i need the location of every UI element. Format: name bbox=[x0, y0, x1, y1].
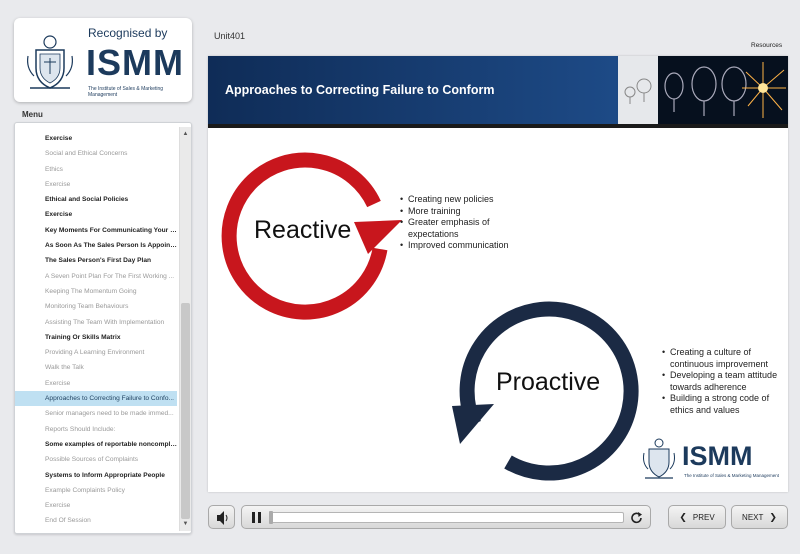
speaker-icon bbox=[217, 511, 228, 525]
slide-header: Approaches to Correcting Failure to Conf… bbox=[208, 56, 788, 128]
crest-icon bbox=[643, 438, 675, 479]
prev-button[interactable]: ❮ PREV bbox=[668, 505, 726, 529]
menu-item[interactable]: As Soon As The Sales Person Is Appointed bbox=[15, 238, 177, 253]
chevron-right-icon: ❯ bbox=[769, 511, 777, 522]
menu-item[interactable]: Training Or Skills Matrix bbox=[15, 330, 177, 345]
menu-panel: Exercise Social and Ethical Concerns Ethic… bbox=[14, 122, 192, 534]
menu-item[interactable]: Ethical and Social Policies bbox=[15, 192, 177, 207]
menu-item[interactable]: Exercise bbox=[15, 177, 177, 192]
menu-scrollbar[interactable]: ▲ ▼ bbox=[179, 127, 191, 531]
scroll-thumb[interactable] bbox=[181, 303, 190, 519]
menu-item[interactable]: Exercise bbox=[15, 376, 177, 391]
scroll-up-icon[interactable]: ▲ bbox=[180, 129, 191, 139]
proactive-bullet: Creating a culture of continuous improve… bbox=[662, 347, 786, 370]
menu-item[interactable]: Walk the Talk bbox=[15, 360, 177, 375]
crest-icon bbox=[27, 35, 73, 89]
next-button[interactable]: NEXT ❯ bbox=[731, 505, 788, 529]
menu-item[interactable]: Exercise bbox=[15, 207, 177, 222]
menu-item[interactable]: Possible Sources of Complaints bbox=[15, 452, 177, 467]
prev-label: PREV bbox=[692, 512, 715, 522]
reactive-bullet: More training bbox=[400, 206, 510, 218]
menu-item-active[interactable]: Approaches to Correcting Failure to Conf… bbox=[15, 391, 177, 407]
menu-item[interactable]: Exercise bbox=[15, 498, 177, 513]
menu-list: Exercise Social and Ethical Concerns Ethic… bbox=[15, 131, 177, 529]
menu-item[interactable]: Assisting The Team With Implementation bbox=[15, 315, 177, 330]
slide-brand-tagline: The Institute of Sales & Marketing Manag… bbox=[684, 473, 780, 478]
menu-item[interactable]: A Seven Point Plan For The First Working… bbox=[15, 269, 177, 284]
brand-name: ISMM bbox=[86, 42, 184, 83]
menu-item[interactable]: Ethics bbox=[15, 162, 177, 177]
slide: Approaches to Correcting Failure to Conf… bbox=[208, 56, 788, 492]
menu-item[interactable]: Senior managers need to be made immed... bbox=[15, 406, 177, 421]
unit-label: Unit401 bbox=[214, 31, 246, 41]
brand-tagline: The Institute of Sales & Marketing Manag… bbox=[88, 86, 164, 98]
resources-link[interactable]: Resources bbox=[751, 42, 782, 49]
menu-item[interactable]: Key Moments For Communicating Your E... bbox=[15, 223, 177, 238]
scroll-down-icon[interactable]: ▼ bbox=[180, 519, 191, 529]
lightbulb-image bbox=[618, 56, 788, 124]
next-label: NEXT bbox=[742, 512, 764, 522]
ismm-logo: Recognised by ISMM The Institute of Sale… bbox=[14, 18, 192, 102]
slide-title: Approaches to Correcting Failure to Conf… bbox=[225, 83, 495, 97]
progress-track[interactable] bbox=[269, 512, 624, 523]
menu-item[interactable]: Monitoring Team Behaviours bbox=[15, 299, 177, 314]
menu-item[interactable]: Social and Ethical Concerns bbox=[15, 146, 177, 161]
menu-item[interactable]: Reports Should Include: bbox=[15, 422, 177, 437]
chevron-left-icon: ❮ bbox=[679, 511, 687, 522]
reactive-bullet: Improved communication bbox=[400, 240, 510, 252]
menu-item[interactable]: Providing A Learning Environment bbox=[15, 345, 177, 360]
slide-ismm-logo: ISMM The Institute of Sales & Marketing … bbox=[640, 437, 780, 483]
menu-item[interactable]: Exercise bbox=[15, 131, 177, 146]
proactive-bullets: Creating a culture of continuous improve… bbox=[662, 347, 786, 416]
media-player-bar bbox=[241, 505, 651, 529]
slide-brand-name: ISMM bbox=[682, 441, 753, 471]
recognised-by-text: Recognised by bbox=[88, 26, 168, 40]
mute-button[interactable] bbox=[208, 505, 235, 529]
menu-item[interactable]: Systems to Inform Appropriate People bbox=[15, 468, 177, 483]
menu-item[interactable]: Some examples of reportable noncomplia..… bbox=[15, 437, 177, 452]
reactive-bullet: Creating new policies bbox=[400, 194, 510, 206]
proactive-label: Proactive bbox=[496, 368, 601, 396]
menu-item[interactable]: End Of Session bbox=[15, 513, 177, 528]
replay-icon[interactable] bbox=[630, 511, 644, 525]
menu-item[interactable]: Example Complaints Policy bbox=[15, 483, 177, 498]
progress-thumb[interactable] bbox=[269, 511, 273, 524]
proactive-bullet: Developing a team attitude towards adher… bbox=[662, 370, 786, 393]
pause-icon[interactable] bbox=[251, 512, 262, 523]
reactive-bullets: Creating new policies More training Grea… bbox=[400, 194, 510, 252]
reactive-label: Reactive bbox=[254, 216, 352, 244]
menu-item[interactable]: Keeping The Momentum Going bbox=[15, 284, 177, 299]
menu-title: Menu bbox=[22, 110, 43, 119]
reactive-bullet: Greater emphasis of expectations bbox=[400, 217, 510, 240]
menu-item[interactable]: The Sales Person's First Day Plan bbox=[15, 253, 177, 268]
proactive-bullet: Building a strong code of ethics and val… bbox=[662, 393, 786, 416]
